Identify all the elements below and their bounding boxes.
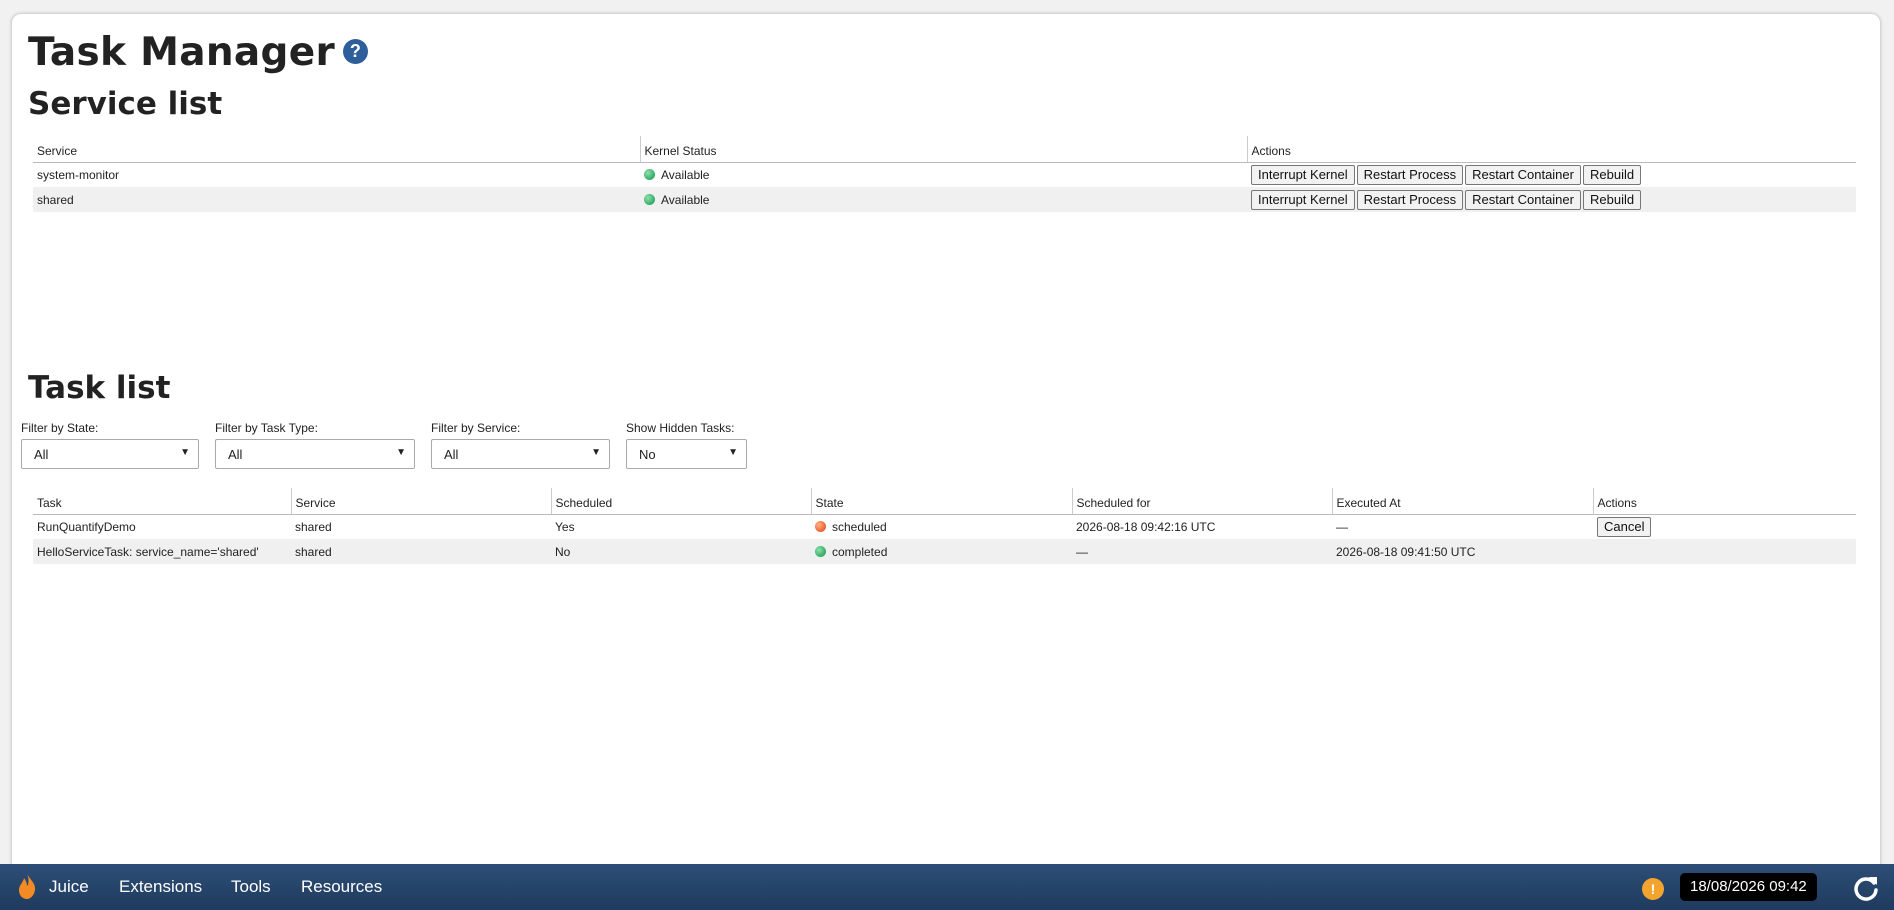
interrupt-kernel-button[interactable]: Interrupt Kernel: [1251, 189, 1355, 210]
help-icon[interactable]: ?: [343, 39, 369, 64]
filter-hidden-tasks-label: Show Hidden Tasks:: [626, 421, 735, 435]
page-title-text: Task Manager: [28, 30, 336, 75]
restart-container-button[interactable]: Restart Container: [1465, 189, 1581, 210]
dropdown-arrow-icon: ▼: [728, 447, 738, 458]
flame-logo-icon[interactable]: [16, 872, 38, 905]
taskbar-menu-tools[interactable]: Tools: [231, 877, 271, 897]
filter-state-value: All: [34, 447, 49, 462]
task-actions: Cancel: [1593, 514, 1856, 539]
column-header-actions: Actions: [1592, 488, 1856, 515]
service-table: Service Kernel Status Actions system-mon…: [33, 136, 1856, 212]
filter-task-type: Filter by Task Type: All ▼: [215, 421, 415, 469]
task-state-cell: completed: [811, 539, 1072, 564]
task-state-cell: scheduled: [811, 514, 1072, 539]
column-header-actions: Actions: [1246, 136, 1856, 163]
service-row: shared Available Interrupt Kernel Restart…: [33, 187, 1856, 212]
task-executed-at: —: [1336, 519, 1348, 534]
page-title: Task Manager?: [28, 30, 369, 75]
filter-service-select[interactable]: All ▼: [431, 439, 610, 469]
taskbar: Juice Extensions Tools Resources ! 18/08…: [0, 864, 1894, 910]
task-scheduled: Yes: [555, 519, 575, 534]
status-dot-icon: [815, 545, 826, 557]
status-dot-icon: [644, 168, 655, 180]
service-list-heading: Service list: [28, 86, 223, 122]
dropdown-arrow-icon: ▼: [180, 447, 190, 458]
service-actions: Interrupt Kernel Restart Process Restart C…: [1247, 187, 1856, 212]
rebuild-button[interactable]: Rebuild: [1582, 189, 1642, 210]
status-dot-icon: [644, 193, 655, 205]
filter-state: Filter by State: All ▼: [21, 421, 199, 469]
service-table-header: Service Kernel Status Actions: [33, 136, 1856, 163]
taskbar-menu-resources[interactable]: Resources: [301, 877, 382, 897]
filter-task-type-label: Filter by Task Type:: [215, 421, 318, 435]
task-scheduled: No: [551, 539, 811, 564]
task-service: shared: [295, 519, 332, 534]
task-table-header: Task Service Scheduled State Scheduled f…: [33, 488, 1856, 515]
filter-state-select[interactable]: All ▼: [21, 439, 199, 469]
filter-service-value: All: [444, 447, 459, 462]
service-name: system-monitor: [37, 167, 120, 182]
clock: 18/08/2026 09:42: [1680, 873, 1817, 901]
dropdown-arrow-icon: ▼: [591, 447, 601, 458]
restart-container-button[interactable]: Restart Container: [1465, 164, 1581, 185]
kernel-status: Available: [661, 192, 710, 207]
column-header-service: Service: [290, 488, 551, 515]
task-name: HelloServiceTask: service_name='shared': [33, 539, 291, 564]
restart-process-button[interactable]: Restart Process: [1356, 164, 1464, 185]
column-header-task: Task: [33, 488, 291, 515]
column-header-scheduled-for: Scheduled for: [1071, 488, 1332, 515]
column-header-kernel-status: Kernel Status: [639, 136, 1247, 163]
taskbar-menu-juice[interactable]: Juice: [49, 877, 89, 897]
refresh-icon[interactable]: [1852, 874, 1880, 907]
filter-hidden-tasks-value: No: [639, 447, 656, 462]
task-row: RunQuantifyDemo shared Yes scheduled 202…: [33, 514, 1856, 539]
task-state: scheduled: [832, 519, 887, 534]
task-scheduled-for: 2026-08-18 09:42:16 UTC: [1076, 519, 1216, 534]
column-header-service: Service: [33, 136, 640, 163]
filter-task-type-value: All: [228, 447, 243, 462]
service-actions: Interrupt Kernel Restart Process Restart C…: [1247, 162, 1856, 187]
task-actions: [1593, 539, 1856, 564]
service-row: system-monitor Available Interrupt Kerne…: [33, 162, 1856, 187]
column-header-state: State: [810, 488, 1072, 515]
kernel-status: Available: [661, 167, 710, 182]
task-table: Task Service Scheduled State Scheduled f…: [33, 488, 1856, 564]
column-header-executed-at: Executed At: [1331, 488, 1593, 515]
filter-hidden-tasks-select[interactable]: No ▼: [626, 439, 747, 469]
interrupt-kernel-button[interactable]: Interrupt Kernel: [1251, 164, 1355, 185]
task-service: shared: [291, 539, 551, 564]
column-header-scheduled: Scheduled: [550, 488, 811, 515]
restart-process-button[interactable]: Restart Process: [1356, 189, 1464, 210]
dropdown-arrow-icon: ▼: [396, 447, 406, 458]
filter-hidden-tasks: Show Hidden Tasks: No ▼: [626, 421, 747, 469]
status-dot-icon: [815, 520, 826, 532]
task-row: HelloServiceTask: service_name='shared' …: [33, 539, 1856, 564]
kernel-status-cell: Available: [640, 187, 1247, 212]
filter-service: Filter by Service: All ▼: [431, 421, 610, 469]
filter-state-label: Filter by State:: [21, 421, 99, 435]
filter-task-type-select[interactable]: All ▼: [215, 439, 415, 469]
task-state: completed: [832, 544, 888, 559]
cancel-task-button[interactable]: Cancel: [1597, 516, 1652, 537]
task-list-heading: Task list: [28, 370, 171, 406]
service-name: shared: [33, 187, 640, 212]
kernel-status-cell: Available: [640, 162, 1247, 187]
taskbar-menu-extensions[interactable]: Extensions: [119, 877, 202, 897]
task-executed-at: 2026-08-18 09:41:50 UTC: [1332, 539, 1593, 564]
filter-service-label: Filter by Service:: [431, 421, 521, 435]
task-scheduled-for: —: [1072, 539, 1332, 564]
task-name: RunQuantifyDemo: [37, 519, 136, 534]
warning-icon[interactable]: !: [1642, 878, 1664, 900]
rebuild-button[interactable]: Rebuild: [1582, 164, 1642, 185]
